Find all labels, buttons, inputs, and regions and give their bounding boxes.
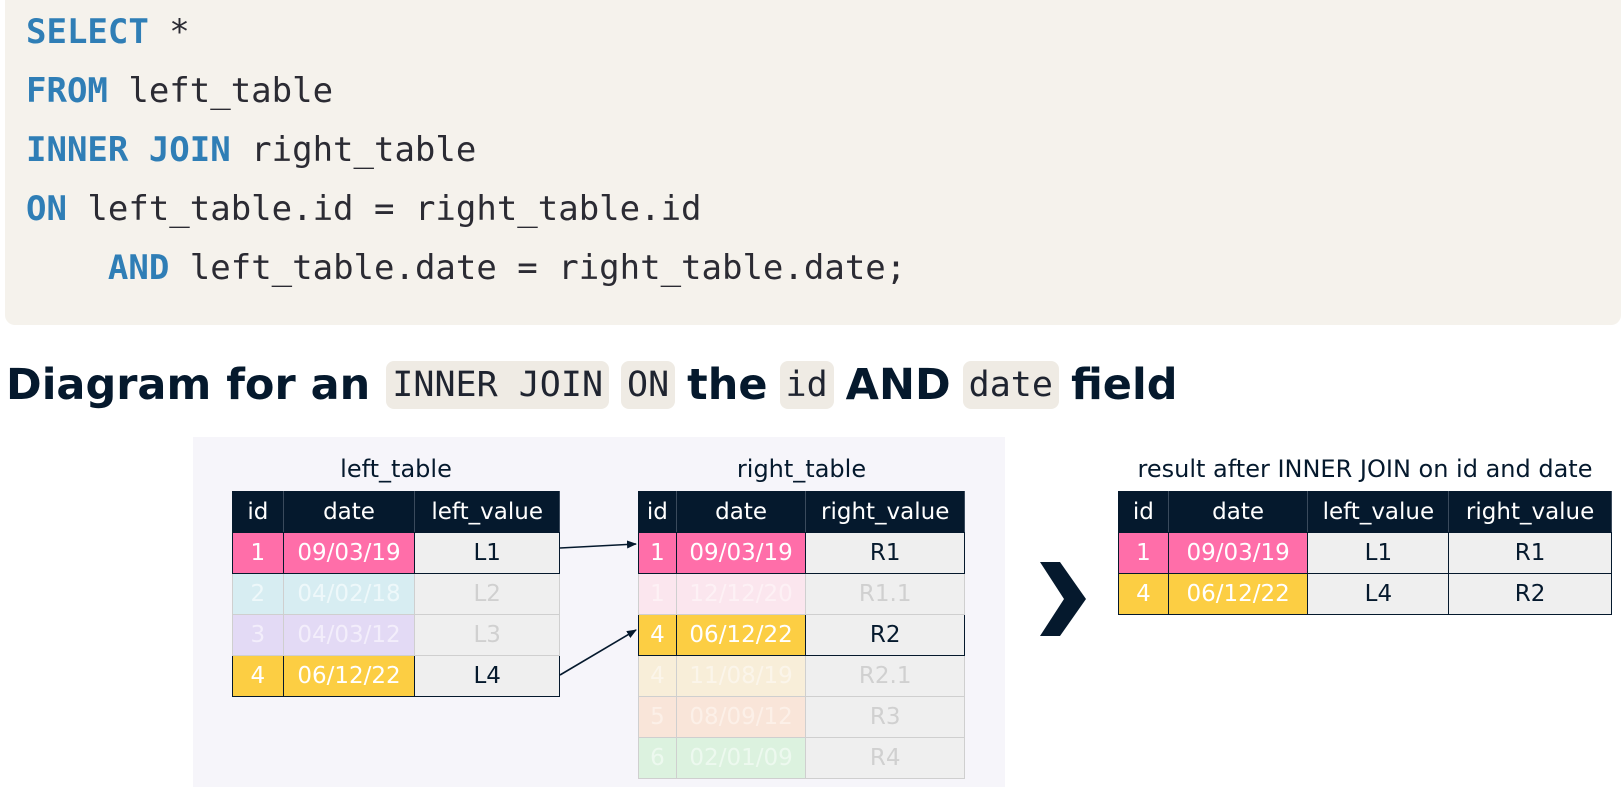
heading-pill-id: id [779, 361, 834, 409]
cell-date: 09/03/19 [1167, 532, 1309, 574]
result-table-title: result after INNER JOIN on id and date [1137, 455, 1593, 483]
table-header-row: id date left_value [232, 491, 560, 533]
cell-id: 2 [232, 573, 284, 615]
column-header: left_value [1307, 491, 1450, 533]
cell-id: 1 [232, 532, 284, 574]
cell-date: 04/03/12 [282, 614, 416, 656]
heading-pill-date: date [962, 361, 1059, 409]
cell-right-value: R2 [1448, 573, 1612, 615]
table-row-unmatched: 3 04/03/12 L3 [232, 614, 560, 656]
cell-value: R1.1 [805, 573, 965, 615]
code-line-select: SELECT * [26, 10, 190, 54]
column-header: date [282, 491, 416, 533]
cell-value: R3 [805, 696, 965, 738]
result-table: id date left_value right_value 1 09/03/1… [1118, 491, 1612, 615]
cell-date: 06/12/22 [282, 655, 416, 697]
cell-value: L1 [414, 532, 560, 574]
cell-date: 06/12/22 [1167, 573, 1309, 615]
table-row: 1 09/03/19 L1 R1 [1118, 532, 1612, 574]
chevron-right-icon [1040, 562, 1086, 636]
cell-date: 11/08/19 [675, 655, 807, 697]
sql-keyword: AND [107, 248, 170, 288]
code-line-from: FROM left_table [26, 69, 333, 113]
cell-right-value: R1 [1448, 532, 1612, 574]
table-row-matched: 1 09/03/19 R1 [638, 532, 965, 574]
left-table-title: left_table [340, 455, 452, 483]
code-line-and: AND left_table.date = right_table.date; [26, 246, 906, 290]
cell-value: R2.1 [805, 655, 965, 697]
sql-indent [26, 248, 108, 288]
sql-text: left_table.date = right_table.date; [169, 248, 907, 288]
cell-date: 02/01/09 [675, 737, 807, 779]
cell-id: 4 [1118, 573, 1169, 615]
cell-date: 06/12/22 [675, 614, 807, 656]
table-row-unmatched: 5 08/09/12 R3 [638, 696, 965, 738]
cell-id: 6 [638, 737, 677, 779]
right-table-title: right_table [736, 455, 867, 483]
table-header-row: id date right_value [638, 491, 965, 533]
cell-id: 1 [638, 573, 677, 615]
column-header: date [675, 491, 807, 533]
sql-keyword: INNER JOIN [26, 130, 231, 170]
table-row-unmatched: 4 11/08/19 R2.1 [638, 655, 965, 697]
cell-date: 09/03/19 [282, 532, 416, 574]
cell-left-value: L4 [1307, 573, 1450, 615]
table-row-matched: 1 09/03/19 L1 [232, 532, 560, 574]
cell-id: 1 [638, 532, 677, 574]
sql-text: left_table [107, 71, 334, 111]
right-table: id date right_value 1 09/03/19 R1 1 12/1… [638, 491, 965, 779]
code-line-join: INNER JOIN right_table [26, 128, 476, 172]
column-header: id [232, 491, 284, 533]
table-header-row: id date left_value right_value [1118, 491, 1612, 533]
left-table: id date left_value 1 09/03/19 L1 2 04/02… [232, 491, 560, 697]
sql-keyword: FROM [26, 71, 108, 111]
sql-text: left_table.id = right_table.id [66, 189, 702, 229]
cell-id: 4 [638, 655, 677, 697]
heading-word-and: AND [845, 360, 951, 410]
table-row-unmatched: 6 02/01/09 R4 [638, 737, 965, 779]
code-line-on: ON left_table.id = right_table.id [26, 187, 702, 231]
heading-word-the: the [687, 360, 768, 410]
cell-id: 4 [638, 614, 677, 656]
cell-id: 5 [638, 696, 677, 738]
cell-value: R4 [805, 737, 965, 779]
heading-pill-on: ON [621, 361, 676, 409]
column-header: id [1118, 491, 1169, 533]
heading-prefix: Diagram for an [6, 360, 371, 410]
column-header: id [638, 491, 677, 533]
table-row-matched: 4 06/12/22 R2 [638, 614, 965, 656]
cell-id: 4 [232, 655, 284, 697]
heading-word-field: field [1070, 360, 1178, 410]
code-block: SELECT * FROM left_table INNER JOIN righ… [5, 0, 1621, 325]
cell-value: R2 [805, 614, 965, 656]
cell-date: 08/09/12 [675, 696, 807, 738]
cell-left-value: L1 [1307, 532, 1450, 574]
table-row-matched: 4 06/12/22 L4 [232, 655, 560, 697]
column-header: right_value [1448, 491, 1612, 533]
cell-date: 04/02/18 [282, 573, 416, 615]
cell-value: L4 [414, 655, 560, 697]
column-header: date [1167, 491, 1309, 533]
sql-keyword: ON [26, 189, 67, 229]
heading-pill-inner-join: INNER JOIN [386, 361, 610, 409]
diagram-heading: Diagram for an INNER JOIN ON the id AND … [6, 355, 1184, 415]
sql-text: * [148, 12, 190, 52]
cell-value: L2 [414, 573, 560, 615]
cell-date: 09/03/19 [675, 532, 807, 574]
table-row-unmatched: 2 04/02/18 L2 [232, 573, 560, 615]
sql-text: right_table [230, 130, 477, 170]
cell-date: 12/12/20 [675, 573, 807, 615]
column-header: right_value [805, 491, 965, 533]
cell-value: L3 [414, 614, 560, 656]
table-row: 4 06/12/22 L4 R2 [1118, 573, 1612, 615]
table-row-unmatched: 1 12/12/20 R1.1 [638, 573, 965, 615]
cell-value: R1 [805, 532, 965, 574]
column-header: left_value [414, 491, 560, 533]
sql-keyword: SELECT [26, 12, 149, 52]
cell-id: 3 [232, 614, 284, 656]
cell-id: 1 [1118, 532, 1169, 574]
